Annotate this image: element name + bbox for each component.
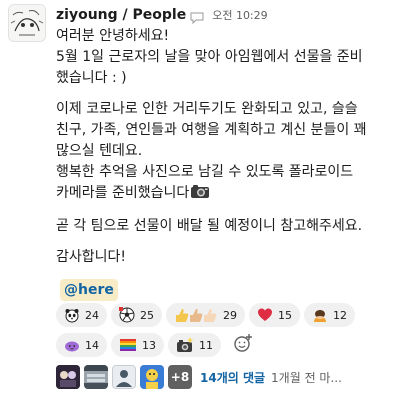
reaction-count: 29 xyxy=(223,308,237,322)
paragraph-greeting: 여러분 안녕하세요! 5월 1일 근로자의 날을 맞아 아임웹에서 선물을 준비… xyxy=(56,26,396,89)
thread-summary[interactable]: +8 14개의 댓글 1개월 전 마... xyxy=(56,364,342,390)
soccer-ball-icon xyxy=(119,307,135,323)
last-reply-time: 1개월 전 마... xyxy=(271,370,342,385)
reaction-count: 15 xyxy=(278,308,292,322)
reaction-count: 14 xyxy=(85,338,99,352)
red-heart-icon xyxy=(257,307,273,323)
text-line: 5월 1일 근로자의 날을 맞아 아임웹에서 선물을 준비 xyxy=(56,49,363,65)
here-mention[interactable]: @here xyxy=(60,279,118,301)
text-line: 이제 코로나로 인한 거리두기도 완화되고 있고, 슬슬 xyxy=(56,101,358,117)
reaction-soccer[interactable]: 25 xyxy=(111,303,162,327)
reactions-bar: 24 25 29 15 12 14 13 11 xyxy=(56,303,401,363)
bowing-person-icon xyxy=(312,307,328,323)
add-reaction-icon xyxy=(233,333,253,357)
reaction-count: 25 xyxy=(140,308,154,322)
text-line: 카메라를 준비했습니다 xyxy=(56,185,190,201)
panda-icon xyxy=(64,307,80,323)
text-line: 행복한 추억을 사진으로 남길 수 있도록 폴라로이드 xyxy=(56,164,354,180)
participant-avatar xyxy=(140,365,164,389)
text-line: 친구, 가족, 연인들과 여행을 계획하고 계신 분들이 꽤 xyxy=(56,122,367,138)
reaction-count: 12 xyxy=(333,308,347,322)
paragraph-delivery: 곧 각 팀으로 선물이 배달 될 예정이니 참고해주세요. xyxy=(56,216,396,237)
participant-avatar xyxy=(112,365,136,389)
reaction-count: 24 xyxy=(85,308,99,322)
paragraph-thanks: 감사합니다! xyxy=(56,247,396,268)
message-body: 여러분 안녕하세요! 5월 1일 근로자의 날을 맞아 아임웹에서 선물을 준비… xyxy=(56,26,396,278)
reaction-flag[interactable]: 13 xyxy=(111,333,164,357)
more-participants-badge: +8 xyxy=(168,365,192,389)
participant-avatar xyxy=(56,365,80,389)
paragraph-details: 이제 코로나로 인한 거리두기도 완화되고 있고, 슬슬 친구, 가족, 연인들… xyxy=(56,99,396,206)
reaction-heart[interactable]: 15 xyxy=(249,303,300,327)
reaction-bow[interactable]: 12 xyxy=(304,303,355,327)
reaction-blob[interactable]: 14 xyxy=(56,333,107,357)
text-line: 했습니다 : ) xyxy=(56,70,127,86)
reactions-row: 14 13 11 xyxy=(56,333,401,357)
reply-count-link[interactable]: 14개의 댓글 xyxy=(200,369,265,386)
reaction-count: 13 xyxy=(142,338,156,352)
author-name[interactable]: ziyoung / People xyxy=(56,7,186,23)
speech-bubble-icon xyxy=(190,9,204,25)
author-avatar[interactable] xyxy=(8,4,46,42)
reaction-count: 11 xyxy=(199,338,213,352)
text-line: 곧 각 팀으로 선물이 배달 될 예정이니 참고해주세요. xyxy=(56,218,363,234)
text-line: 많으실 텐데요. xyxy=(56,143,143,159)
timestamp[interactable]: 오전 10:29 xyxy=(212,7,267,23)
message-header: ziyoung / People 오전 10:29 xyxy=(56,5,268,25)
text-line: 감사합니다! xyxy=(56,249,127,265)
text-line: 여러분 안녕하세요! xyxy=(56,28,170,44)
thumbs-up-icon xyxy=(174,307,218,323)
reaction-thumbsup[interactable]: 29 xyxy=(166,303,245,327)
reaction-panda[interactable]: 24 xyxy=(56,303,107,327)
reactions-row: 24 25 29 15 12 xyxy=(56,303,401,327)
message: ziyoung / People 오전 10:29 여러분 안녕하세요! 5월 … xyxy=(0,0,402,400)
camera-flash-icon xyxy=(176,337,194,353)
rainbow-flag-icon xyxy=(119,337,137,353)
add-reaction-button[interactable] xyxy=(225,333,261,357)
participant-avatar xyxy=(84,365,108,389)
reaction-camera[interactable]: 11 xyxy=(168,333,221,357)
purple-blob-icon xyxy=(64,337,80,353)
camera-icon xyxy=(190,184,210,206)
